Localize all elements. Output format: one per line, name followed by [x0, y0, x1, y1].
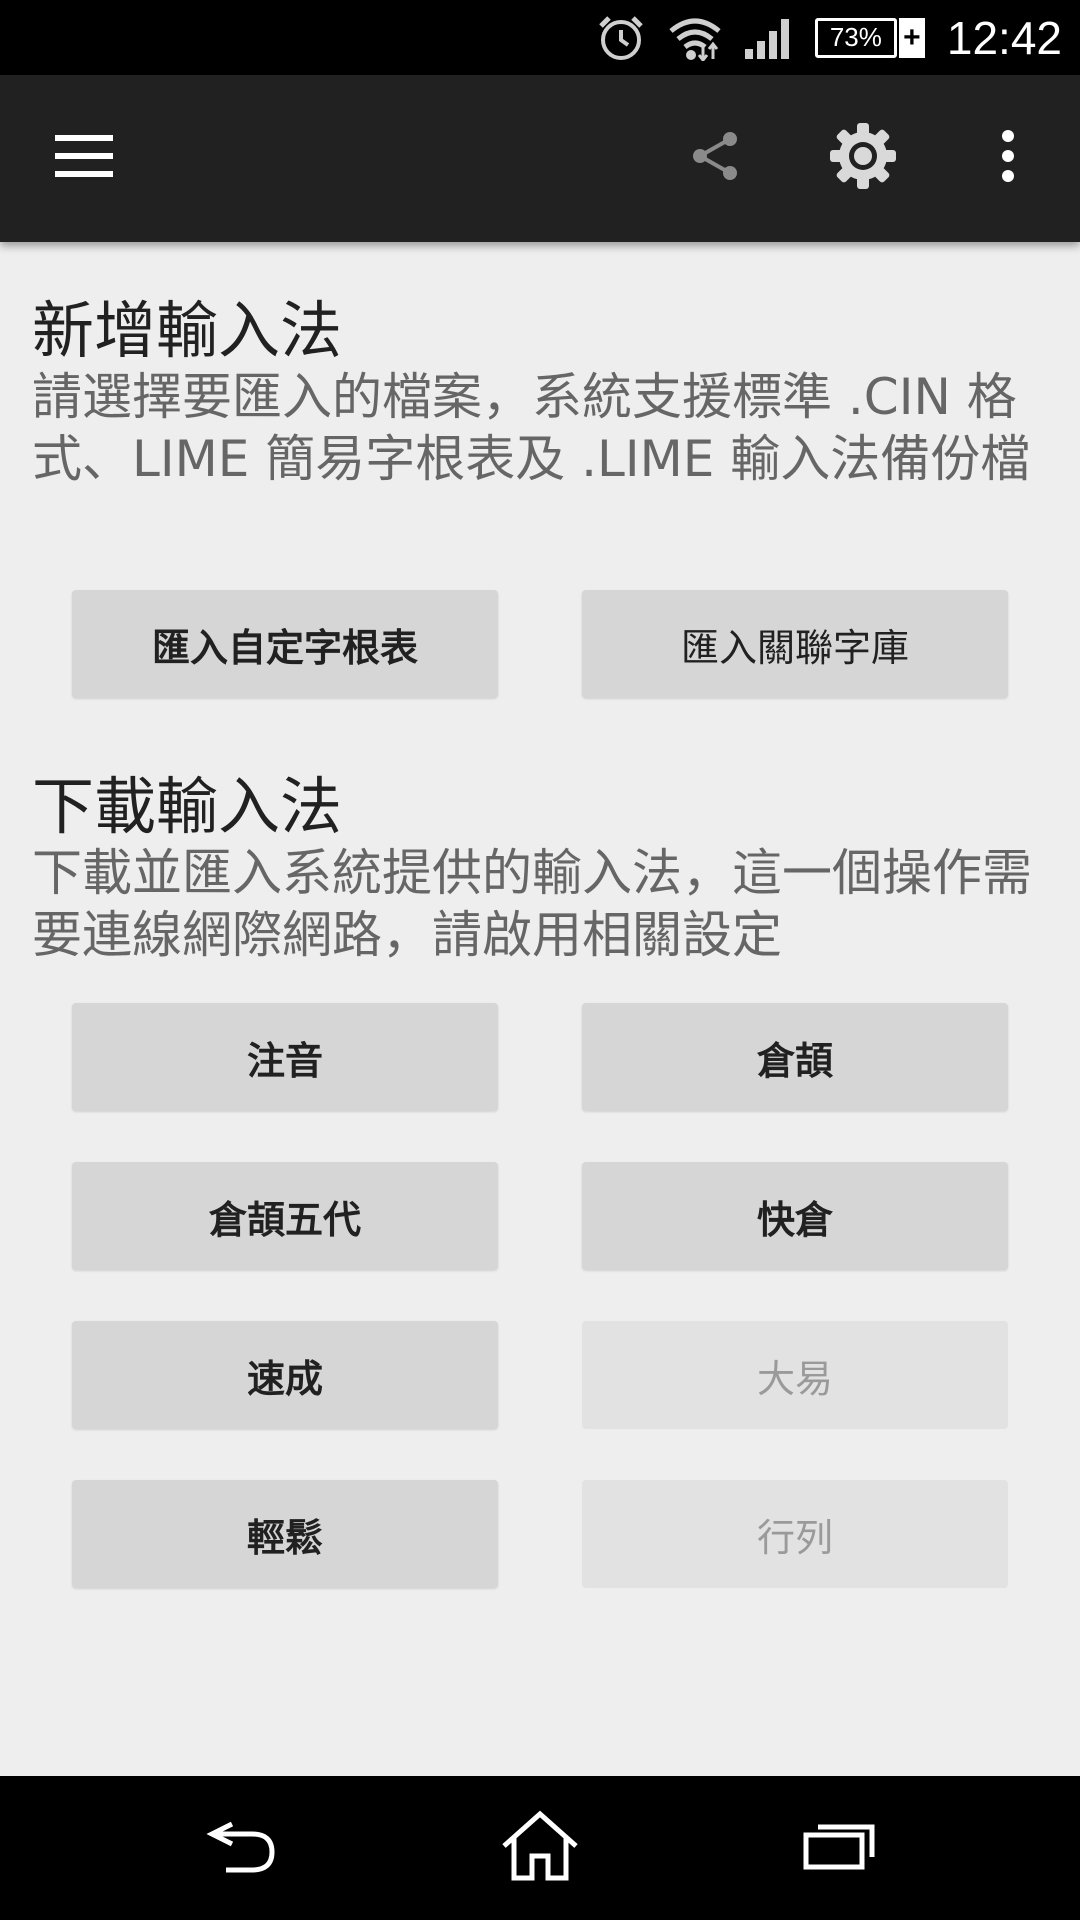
share-button[interactable]: [666, 108, 766, 208]
wifi-icon: [669, 15, 721, 61]
home-icon: [500, 1810, 580, 1886]
status-clock: 12:42: [946, 11, 1062, 64]
recent-apps-button[interactable]: [780, 1798, 900, 1898]
alarm-icon: [595, 12, 647, 64]
home-button[interactable]: [480, 1798, 600, 1898]
share-icon: [690, 130, 742, 186]
download-array-button: 行列: [582, 1480, 1008, 1588]
download-speed-button[interactable]: 速成: [72, 1321, 498, 1429]
download-easy-button[interactable]: 輕鬆: [72, 1480, 498, 1588]
settings-button[interactable]: [813, 108, 913, 208]
battery-percent: 73%: [829, 22, 882, 52]
download-quick-cangjie-button[interactable]: 快倉: [582, 1162, 1008, 1270]
download-cangjie5-button[interactable]: 倉頡五代: [72, 1162, 498, 1270]
download-cangjie-button[interactable]: 倉頡: [582, 1003, 1008, 1111]
hamburger-menu-icon: [55, 135, 113, 181]
download-dayi-button: 大易: [582, 1321, 1008, 1429]
back-button[interactable]: [182, 1798, 302, 1898]
back-icon: [202, 1818, 282, 1878]
status-bar: 73% + 12:42: [0, 0, 1080, 75]
app-toolbar: [0, 75, 1080, 242]
signal-icon: [743, 17, 793, 59]
gear-icon: [830, 123, 896, 193]
recent-apps-icon: [802, 1821, 878, 1875]
download-phonetic-button[interactable]: 注音: [72, 1003, 498, 1111]
import-custom-table-button[interactable]: 匯入自定字根表: [72, 590, 498, 698]
more-vertical-icon: [1000, 130, 1016, 186]
battery-indicator: 73% +: [814, 17, 925, 58]
menu-button[interactable]: [34, 108, 134, 208]
import-section-title: 新增輸入法: [32, 294, 343, 367]
overflow-menu-button[interactable]: [958, 108, 1058, 208]
navigation-bar: [0, 1776, 1080, 1920]
import-related-dictionary-button[interactable]: 匯入關聯字庫: [582, 590, 1008, 698]
download-section-description: 下載並匯入系統提供的輸入法，這一個操作需要連線網際網路，請啟用相關設定: [32, 844, 1032, 964]
battery-icon: 73%: [814, 17, 897, 58]
import-section-description: 請選擇要匯入的檔案，系統支援標準 .CIN 格式、LIME 簡易字根表及 .LI…: [32, 368, 1031, 488]
screen: 73% + 12:42 新增輸入法 請選擇要匯入的檔案，系統支援標準 .CIN …: [0, 0, 1080, 1920]
download-section-title: 下載輸入法: [32, 770, 343, 843]
charging-plus: +: [898, 17, 925, 58]
